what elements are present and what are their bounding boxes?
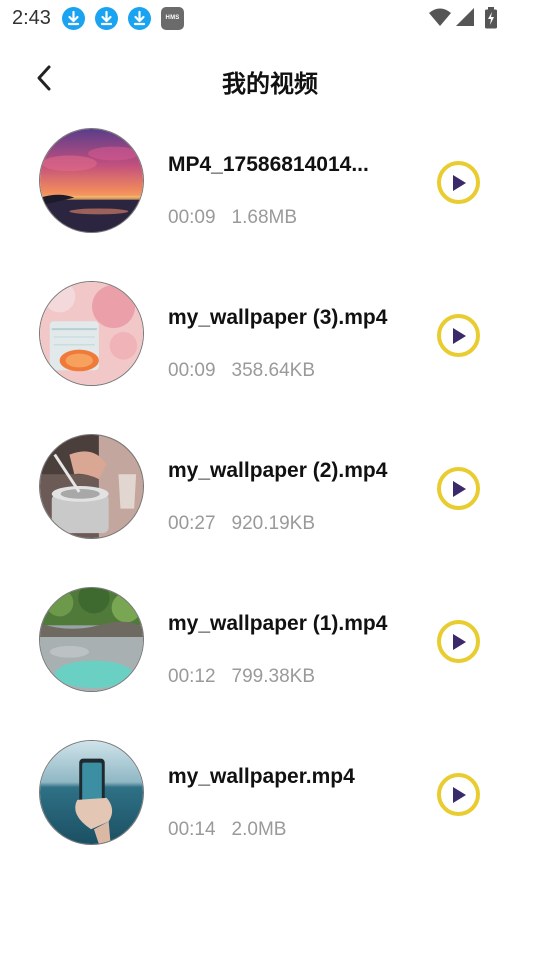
video-thumbnail <box>39 281 144 386</box>
play-icon <box>452 786 466 803</box>
video-size: 1.68MB <box>231 207 298 228</box>
play-button[interactable] <box>437 773 480 816</box>
video-duration: 00:14 <box>168 819 216 840</box>
video-duration: 00:09 <box>168 360 216 381</box>
video-name: my_wallpaper (2).mp4 <box>168 459 388 482</box>
video-meta: 00:14 2.0MB <box>168 819 286 841</box>
video-list-item[interactable]: my_wallpaper.mp4 00:14 2.0MB <box>0 725 540 878</box>
play-button[interactable] <box>437 314 480 357</box>
play-icon <box>452 327 466 344</box>
play-button[interactable] <box>437 620 480 663</box>
hms-icon: HMS <box>161 7 184 30</box>
download-icon <box>95 7 118 30</box>
video-meta: 00:12 799.38KB <box>168 666 315 688</box>
video-thumbnail <box>39 740 144 845</box>
video-duration: 00:09 <box>168 207 216 228</box>
play-icon <box>452 480 466 497</box>
play-button[interactable] <box>437 467 480 510</box>
play-icon <box>452 633 466 650</box>
video-meta: 00:27 920.19KB <box>168 513 315 535</box>
video-list: MP4_17586814014... 00:09 1.68MB my_wallpa… <box>0 113 540 878</box>
play-button[interactable] <box>437 161 480 204</box>
video-list-item[interactable]: my_wallpaper (2).mp4 00:27 920.19KB <box>0 419 540 572</box>
video-name: my_wallpaper (1).mp4 <box>168 612 388 635</box>
video-list-item[interactable]: MP4_17586814014... 00:09 1.68MB <box>0 113 540 266</box>
signal-icon <box>456 8 474 26</box>
video-list-item[interactable]: my_wallpaper (3).mp4 00:09 358.64KB <box>0 266 540 419</box>
video-size: 358.64KB <box>231 360 316 381</box>
play-icon <box>452 174 466 191</box>
download-icon <box>128 7 151 30</box>
video-list-item[interactable]: my_wallpaper (1).mp4 00:12 799.38KB <box>0 572 540 725</box>
video-thumbnail <box>39 128 144 233</box>
video-thumbnail <box>39 587 144 692</box>
video-thumbnail <box>39 434 144 539</box>
video-duration: 00:12 <box>168 666 216 687</box>
video-size: 799.38KB <box>231 666 316 687</box>
status-time: 2:43 <box>12 7 51 29</box>
battery-icon <box>485 7 497 29</box>
video-duration: 00:27 <box>168 513 216 534</box>
header: 我的视频 <box>0 48 540 108</box>
video-size: 2.0MB <box>231 819 287 840</box>
video-name: my_wallpaper (3).mp4 <box>168 306 388 329</box>
page-title: 我的视频 <box>222 71 318 98</box>
video-meta: 00:09 1.68MB <box>168 207 297 229</box>
video-name: my_wallpaper.mp4 <box>168 765 355 788</box>
download-icon <box>62 7 85 30</box>
wifi-icon <box>429 8 451 26</box>
video-size: 920.19KB <box>231 513 316 534</box>
status-bar: 2:43 HMS <box>0 0 540 38</box>
video-name: MP4_17586814014... <box>168 153 369 176</box>
video-meta: 00:09 358.64KB <box>168 360 315 382</box>
